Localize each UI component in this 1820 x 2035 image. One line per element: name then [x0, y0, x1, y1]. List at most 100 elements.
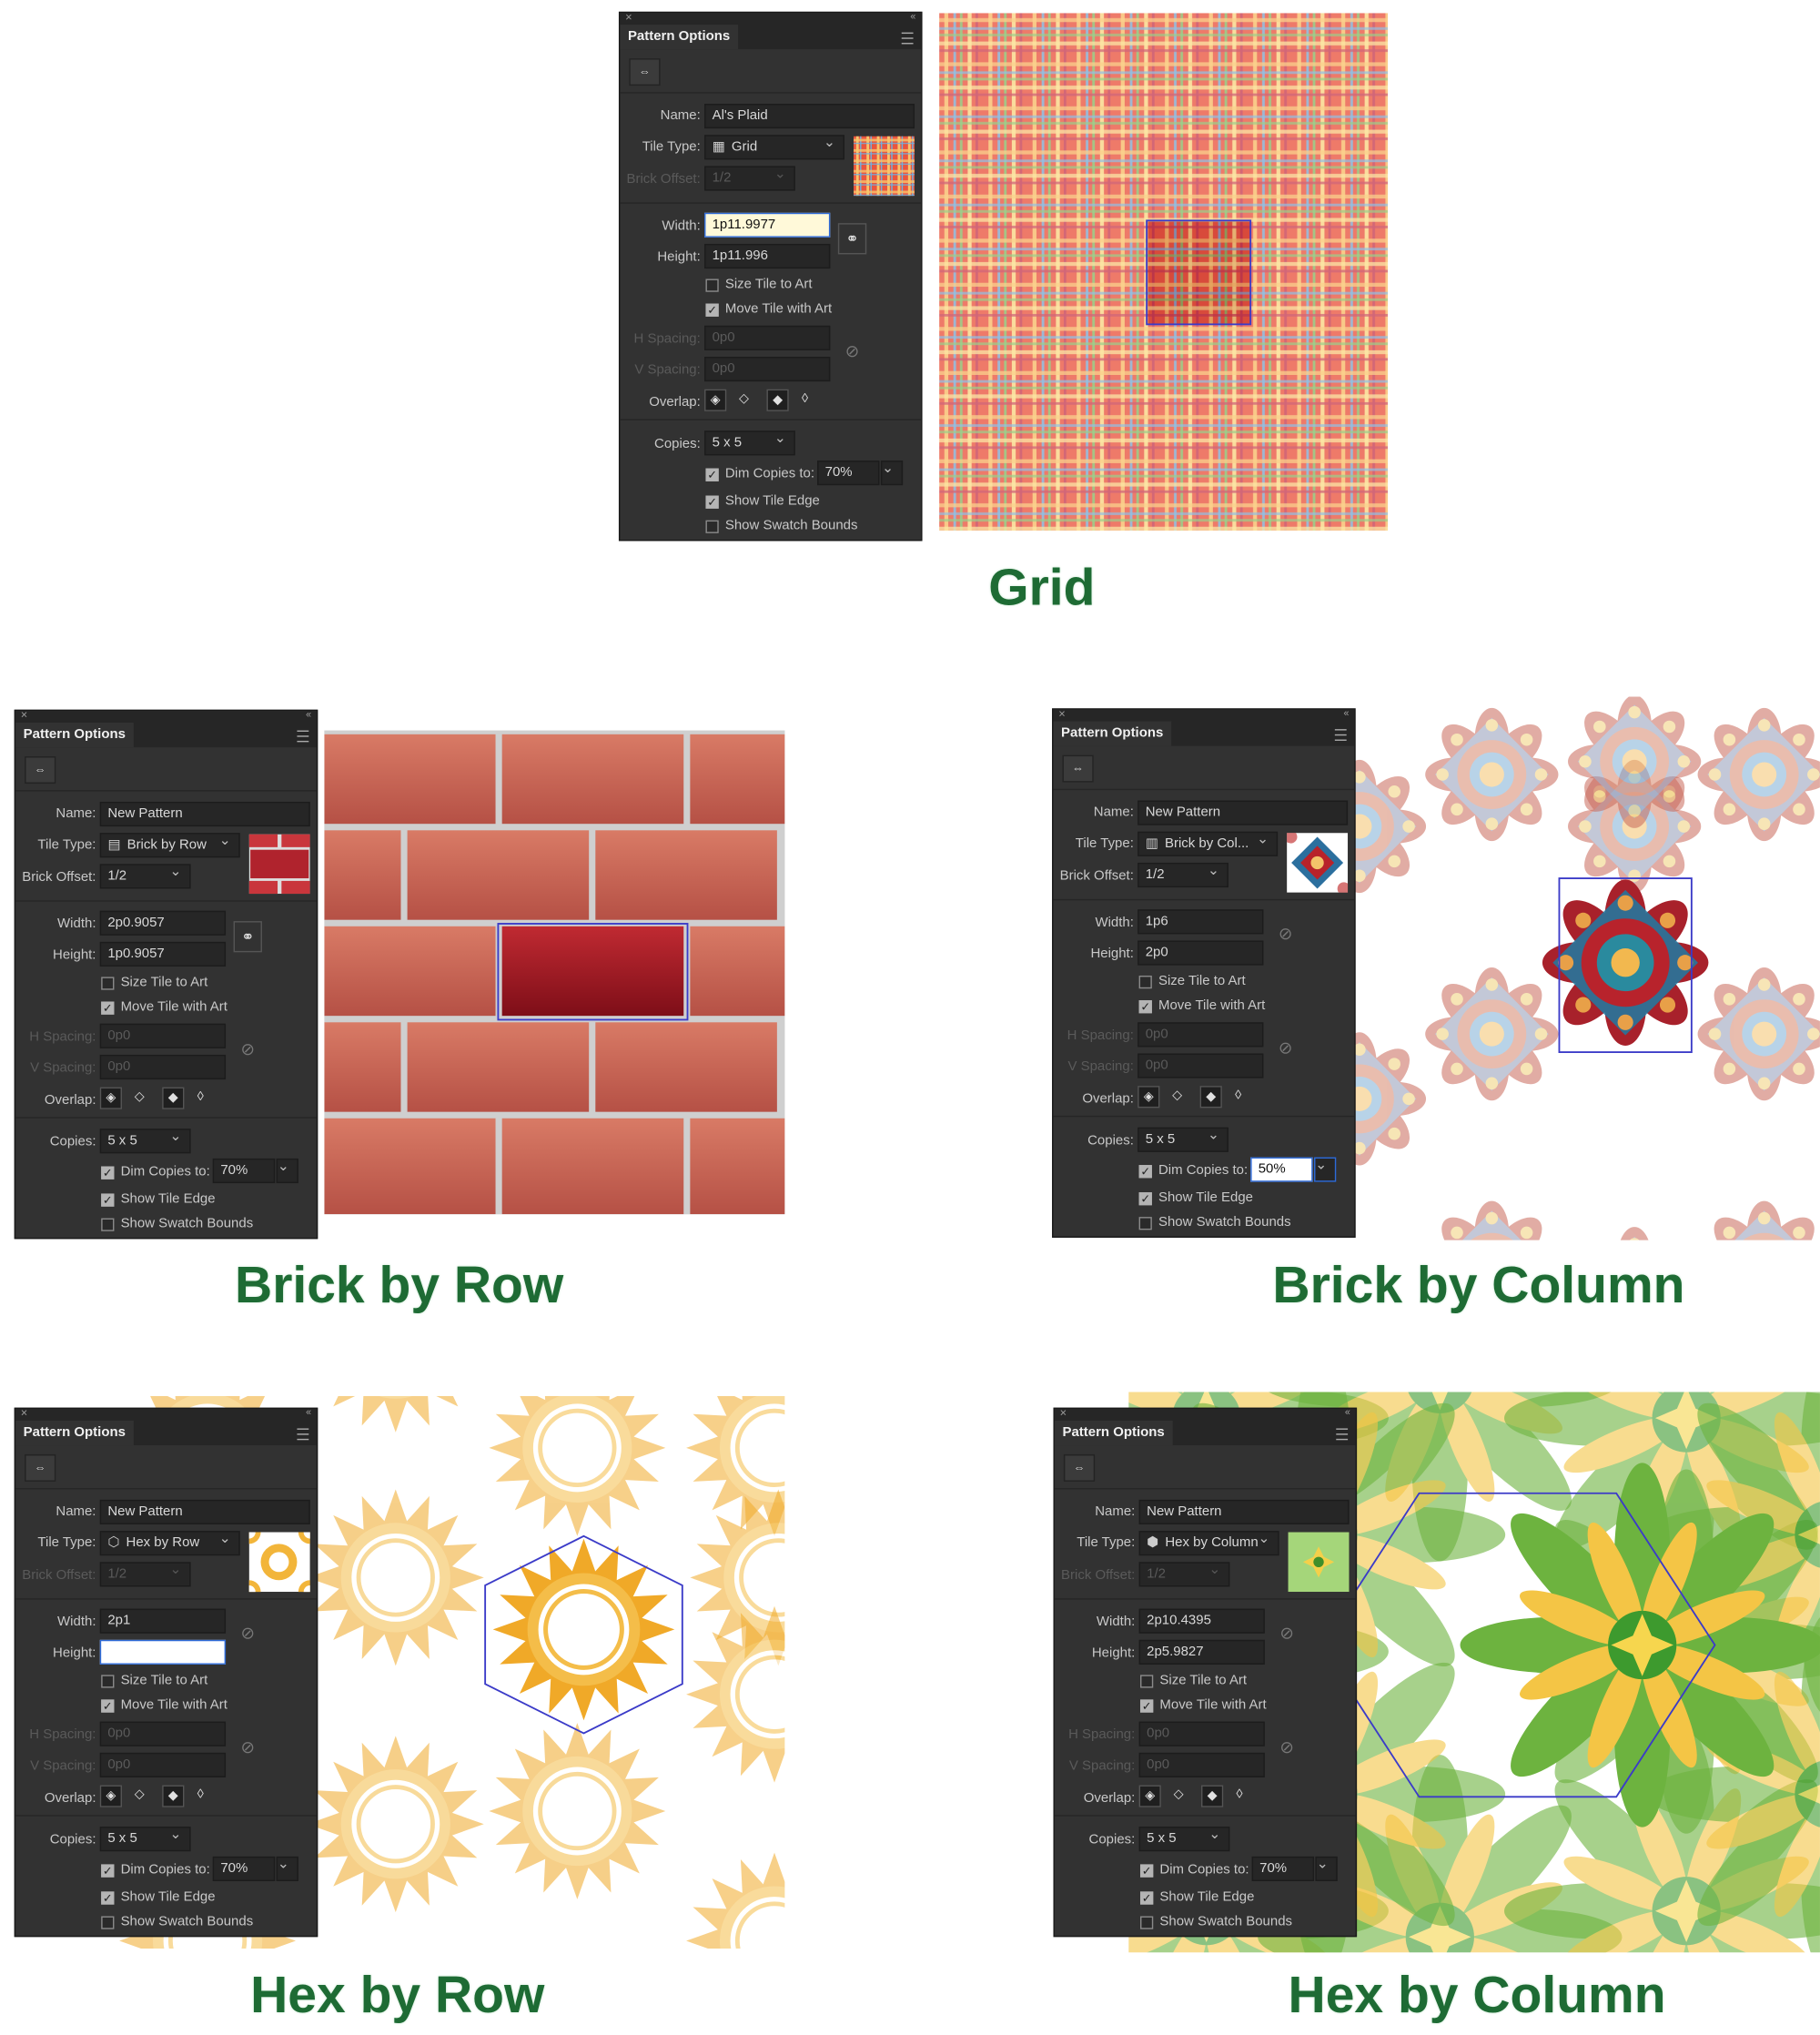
panel-title-tab[interactable]: Pattern Options: [15, 723, 134, 748]
collapse-icon[interactable]: ‹‹: [306, 1406, 311, 1418]
brick-offset-select[interactable]: 1/2: [99, 864, 191, 889]
dim-copies-checkbox[interactable]: ✓: [1140, 1864, 1154, 1878]
panel-title-tab[interactable]: Pattern Options: [1053, 721, 1171, 746]
dim-copies-input[interactable]: 70%: [212, 1856, 276, 1881]
name-input[interactable]: Al's Plaid: [704, 104, 915, 129]
panel-title-tab[interactable]: Pattern Options: [15, 1420, 134, 1446]
move-tile-with-art-checkbox[interactable]: ✓: [1140, 1699, 1154, 1713]
top-in-front-icon[interactable]: ◆: [162, 1087, 185, 1109]
show-tile-edge-checkbox[interactable]: ✓: [705, 495, 719, 509]
size-tile-to-art-checkbox[interactable]: [1138, 975, 1152, 989]
top-in-front-icon[interactable]: ◆: [1199, 1086, 1222, 1109]
dim-copies-checkbox[interactable]: ✓: [101, 1864, 115, 1878]
move-tile-with-art-checkbox[interactable]: ✓: [101, 1001, 115, 1015]
fit-tile-icon[interactable]: ⇔: [25, 1453, 56, 1482]
right-in-front-icon[interactable]: ◇: [1167, 1086, 1188, 1108]
tile-type-select[interactable]: ▤ Brick by Row: [99, 833, 240, 858]
width-input[interactable]: 2p10.4395: [1138, 1608, 1265, 1634]
panel-menu-icon[interactable]: [1334, 729, 1347, 741]
panel-menu-icon[interactable]: [1336, 1428, 1349, 1441]
size-tile-to-art-checkbox[interactable]: [101, 977, 115, 990]
dim-copies-input[interactable]: 70%: [212, 1158, 276, 1184]
show-tile-edge-checkbox[interactable]: ✓: [101, 1193, 115, 1207]
top-in-front-icon[interactable]: ◆: [1201, 1785, 1224, 1807]
left-in-front-icon[interactable]: ◈: [1138, 1086, 1160, 1109]
name-input[interactable]: New Pattern: [99, 801, 310, 827]
close-icon[interactable]: ×: [21, 708, 28, 721]
top-in-front-icon[interactable]: ◆: [162, 1785, 185, 1807]
dim-copies-input[interactable]: 50%: [1250, 1157, 1313, 1182]
bottom-in-front-icon[interactable]: ◊: [794, 390, 815, 411]
size-tile-to-art-checkbox[interactable]: [1140, 1675, 1154, 1688]
close-icon[interactable]: ×: [625, 10, 632, 23]
move-tile-with-art-checkbox[interactable]: ✓: [1138, 1000, 1152, 1014]
height-input[interactable]: 1p0.9057: [99, 941, 227, 967]
dim-copies-input[interactable]: 70%: [817, 461, 880, 486]
tile-type-select[interactable]: ⬢ Hex by Column: [1138, 1531, 1279, 1556]
show-tile-edge-checkbox[interactable]: ✓: [101, 1891, 115, 1905]
tile-type-select[interactable]: ▥ Brick by Col...: [1138, 831, 1279, 856]
unlink-dimensions-icon[interactable]: ⊘: [234, 1619, 262, 1650]
close-icon[interactable]: ×: [1060, 1406, 1067, 1419]
dim-copies-input[interactable]: 70%: [1251, 1856, 1315, 1881]
copies-select[interactable]: 5 x 5: [1138, 1127, 1228, 1152]
dim-copies-dropdown[interactable]: [1314, 1157, 1337, 1182]
bottom-in-front-icon[interactable]: ◊: [189, 1785, 211, 1807]
collapse-icon[interactable]: ‹‹: [1343, 707, 1349, 719]
dim-copies-dropdown[interactable]: [276, 1856, 298, 1881]
dim-copies-checkbox[interactable]: ✓: [1138, 1165, 1152, 1179]
show-swatch-bounds-checkbox[interactable]: [1140, 1916, 1154, 1929]
copies-select[interactable]: 5 x 5: [704, 430, 795, 456]
size-tile-to-art-checkbox[interactable]: [101, 1675, 115, 1688]
right-in-front-icon[interactable]: ◇: [128, 1785, 150, 1807]
width-input[interactable]: 1p11.9977: [704, 212, 831, 238]
left-in-front-icon[interactable]: ◈: [704, 389, 727, 411]
right-in-front-icon[interactable]: ◇: [128, 1088, 150, 1109]
name-input[interactable]: New Pattern: [1138, 1499, 1350, 1524]
dim-copies-dropdown[interactable]: [880, 461, 904, 486]
tile-type-select[interactable]: ▦ Grid: [704, 135, 845, 160]
collapse-icon[interactable]: ‹‹: [910, 10, 915, 22]
top-in-front-icon[interactable]: ◆: [766, 389, 789, 411]
show-swatch-bounds-checkbox[interactable]: [705, 520, 719, 533]
link-dimensions-icon[interactable]: ⚭: [837, 223, 867, 255]
collapse-icon[interactable]: ‹‹: [306, 708, 311, 720]
right-in-front-icon[interactable]: ◇: [1168, 1785, 1189, 1807]
height-input[interactable]: [99, 1639, 227, 1665]
left-in-front-icon[interactable]: ◈: [99, 1785, 122, 1807]
panel-menu-icon[interactable]: [901, 32, 914, 45]
collapse-icon[interactable]: ‹‹: [1345, 1406, 1350, 1418]
copies-select[interactable]: 5 x 5: [99, 1827, 191, 1852]
link-dimensions-icon[interactable]: ⚭: [233, 921, 262, 953]
move-tile-with-art-checkbox[interactable]: ✓: [101, 1699, 115, 1713]
right-in-front-icon[interactable]: ◇: [733, 390, 754, 411]
size-tile-to-art-checkbox[interactable]: [705, 278, 719, 292]
height-input[interactable]: 1p11.996: [704, 243, 831, 269]
width-input[interactable]: 2p0.9057: [99, 910, 227, 936]
height-input[interactable]: 2p0: [1138, 940, 1264, 966]
copies-select[interactable]: 5 x 5: [1138, 1827, 1230, 1852]
dim-copies-dropdown[interactable]: [276, 1158, 298, 1184]
name-input[interactable]: New Pattern: [1138, 800, 1349, 825]
show-swatch-bounds-checkbox[interactable]: [101, 1218, 115, 1231]
copies-select[interactable]: 5 x 5: [99, 1129, 191, 1154]
left-in-front-icon[interactable]: ◈: [99, 1087, 122, 1109]
show-tile-edge-checkbox[interactable]: ✓: [1140, 1891, 1154, 1905]
fit-tile-icon[interactable]: ⇔: [1062, 754, 1094, 783]
fit-tile-icon[interactable]: ⇔: [1063, 1453, 1096, 1482]
close-icon[interactable]: ×: [21, 1406, 28, 1419]
unlink-dimensions-icon[interactable]: ⊘: [1272, 1619, 1300, 1650]
panel-menu-icon[interactable]: [297, 730, 309, 743]
left-in-front-icon[interactable]: ◈: [1138, 1785, 1161, 1807]
fit-tile-icon[interactable]: ⇔: [25, 756, 56, 785]
height-input[interactable]: 2p5.9827: [1138, 1639, 1265, 1665]
show-swatch-bounds-checkbox[interactable]: [101, 1916, 115, 1929]
dim-copies-dropdown[interactable]: [1315, 1856, 1338, 1881]
panel-title-tab[interactable]: Pattern Options: [1054, 1420, 1173, 1446]
fit-tile-icon[interactable]: ⇔: [629, 58, 661, 86]
width-input[interactable]: 1p6: [1138, 909, 1264, 935]
show-swatch-bounds-checkbox[interactable]: [1138, 1217, 1152, 1230]
bottom-in-front-icon[interactable]: ◊: [1228, 1785, 1250, 1807]
panel-title-tab[interactable]: Pattern Options: [620, 25, 738, 50]
move-tile-with-art-checkbox[interactable]: ✓: [705, 303, 719, 317]
